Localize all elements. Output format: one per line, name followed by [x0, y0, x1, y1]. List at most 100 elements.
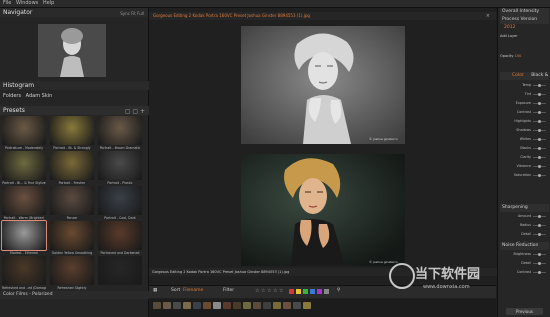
document-tab[interactable]: Gorgeous Editing 2 Kodak Portra 160VC Pr… — [149, 12, 496, 20]
slider-knob[interactable] — [538, 137, 541, 141]
color-films-category[interactable]: Color Films - Polarized — [0, 291, 151, 299]
filmstrip-thumb[interactable] — [243, 302, 251, 309]
preset-tile[interactable]: Portrait - Bt. & Strongly — [50, 116, 94, 152]
slider-tint[interactable]: Tint — [500, 91, 549, 98]
slider-knob[interactable] — [538, 83, 541, 87]
filmstrip-thumb[interactable] — [203, 302, 211, 309]
before-image[interactable]: © joshua ginsterco — [241, 26, 405, 144]
preset-tile[interactable]: Ponzer — [50, 186, 94, 222]
filmstrip-thumb[interactable] — [193, 302, 201, 309]
preset-tile[interactable]: Portrait - Plastic — [98, 151, 142, 187]
slider-amount[interactable]: Amount — [500, 213, 549, 220]
color-label-yellow[interactable] — [296, 289, 301, 294]
slider-radius[interactable]: Radius — [500, 222, 549, 229]
slider-knob[interactable] — [538, 261, 541, 265]
color-label-green[interactable] — [303, 289, 308, 294]
presets-controls[interactable]: ▢ ▢ + — [125, 107, 145, 116]
slider-knob[interactable] — [538, 173, 541, 177]
star-icon-1[interactable]: ☆ — [255, 288, 259, 294]
slider-knob[interactable] — [538, 110, 541, 114]
slider-temp[interactable]: Temp — [500, 82, 549, 89]
tab-color[interactable]: Color — [512, 73, 524, 78]
color-label-red[interactable] — [289, 289, 294, 294]
sharpening-header[interactable]: Sharpening — [500, 204, 549, 212]
color-label-blue[interactable] — [310, 289, 315, 294]
tab-black-white[interactable]: Black & — [531, 73, 548, 78]
filmstrip-thumb[interactable] — [263, 302, 271, 309]
preset-tile[interactable]: Refreshed and ..ed (Damaged) — [2, 256, 46, 292]
filmstrip-thumb[interactable] — [233, 302, 241, 309]
filmstrip-thumb[interactable] — [303, 302, 311, 309]
slider-knob[interactable] — [538, 119, 541, 123]
filmstrip-thumb[interactable] — [213, 302, 221, 309]
navigator-header[interactable]: Navigator Sync Fit Full — [0, 8, 148, 17]
preset-tile[interactable]: Portraiture - Moderately — [2, 116, 46, 152]
slider-contrast[interactable]: Contrast — [500, 109, 549, 116]
star-icon-5[interactable]: ☆ — [279, 288, 283, 294]
preset-tile[interactable]: Portrait - Warm (Brighter) — [2, 186, 46, 222]
slider-blacks[interactable]: Blacks — [500, 145, 549, 152]
preset-tile[interactable]: Portrait - Fresher — [50, 151, 94, 187]
slider-brightness[interactable]: Brightness — [500, 251, 549, 258]
slider-whites[interactable]: Whites — [500, 136, 549, 143]
sort-dropdown[interactable]: Filename — [183, 288, 203, 293]
slider-shadows[interactable]: Shadows — [500, 127, 549, 134]
preset-tile[interactable] — [98, 256, 142, 292]
slider-detail[interactable]: Detail — [500, 260, 549, 267]
menu-windows[interactable]: Windows — [16, 0, 38, 6]
histogram-header[interactable]: Histogram — [0, 81, 151, 90]
slider-exposure[interactable]: Exposure — [500, 100, 549, 107]
star-icon-3[interactable]: ☆ — [267, 288, 271, 294]
nav-sync[interactable]: Sync — [120, 11, 130, 16]
color-label-purple[interactable] — [317, 289, 322, 294]
preset-tile[interactable]: Modest - Ethereal — [1, 220, 47, 257]
star-icon-4[interactable]: ☆ — [273, 288, 277, 294]
slider-knob[interactable] — [538, 128, 541, 132]
add-layer-button[interactable]: Add Layer — [500, 34, 549, 38]
grid-icon[interactable]: ▦ — [153, 288, 157, 293]
slider-highlights[interactable]: Highlights — [500, 118, 549, 125]
navigator-thumbnail[interactable] — [38, 24, 106, 77]
slider-knob[interactable] — [538, 164, 541, 168]
filmstrip-thumb[interactable] — [173, 302, 181, 309]
filmstrip-thumb[interactable] — [273, 302, 281, 309]
process-version[interactable]: Process Version 2012 — [500, 16, 549, 30]
slider-knob[interactable] — [538, 252, 541, 256]
slider-saturation[interactable]: Saturation — [500, 172, 549, 179]
search-icon[interactable]: ⚲ — [337, 288, 340, 293]
slider-contrast[interactable]: Contrast — [500, 269, 549, 276]
filmstrip-thumb[interactable] — [183, 302, 191, 309]
presets-header[interactable]: Presets ▢ ▢ + — [0, 106, 151, 115]
slider-knob[interactable] — [538, 92, 541, 96]
slider-vibrance[interactable]: Vibrance — [500, 163, 549, 170]
opacity-field[interactable]: Opacity 100 — [500, 54, 549, 58]
preset-tile[interactable]: Portrait - Cool, Dark — [98, 186, 142, 222]
tab-adam-skin[interactable]: Adam Skin — [26, 93, 53, 99]
preset-tile[interactable]: Golden Yellow Smoothing — [50, 221, 94, 257]
slider-knob[interactable] — [538, 232, 541, 236]
after-image[interactable]: © joshua ginsterco — [241, 154, 405, 266]
filmstrip-thumb[interactable] — [223, 302, 231, 309]
menu-file[interactable]: File — [3, 0, 11, 6]
slider-knob[interactable] — [538, 223, 541, 227]
filmstrip-thumb[interactable] — [253, 302, 261, 309]
slider-detail[interactable]: Detail — [500, 231, 549, 238]
slider-knob[interactable] — [538, 146, 541, 150]
slider-clarity[interactable]: Clarity — [500, 154, 549, 161]
menu-help[interactable]: Help — [43, 0, 54, 6]
filmstrip-thumb[interactable] — [283, 302, 291, 309]
noise-reduction-header[interactable]: Noise Reduction — [500, 242, 549, 250]
close-icon[interactable]: × — [486, 12, 490, 20]
nav-fit[interactable]: Fit — [131, 11, 136, 16]
slider-knob[interactable] — [538, 214, 541, 218]
preset-tile[interactable]: Portrait - Bl... & Fine Stylize — [2, 151, 46, 187]
slider-knob[interactable] — [538, 155, 541, 159]
preset-tile[interactable]: Portrait - Brown Dramatic — [98, 116, 142, 152]
filmstrip-thumb[interactable] — [153, 302, 161, 309]
overall-intensity[interactable]: Overall Intensity — [500, 8, 549, 16]
previous-button[interactable]: Previous — [506, 308, 543, 315]
star-icon-2[interactable]: ☆ — [261, 288, 265, 294]
tab-folders[interactable]: Folders — [3, 93, 21, 99]
filmstrip-thumb[interactable] — [293, 302, 301, 309]
slider-knob[interactable] — [538, 101, 541, 105]
